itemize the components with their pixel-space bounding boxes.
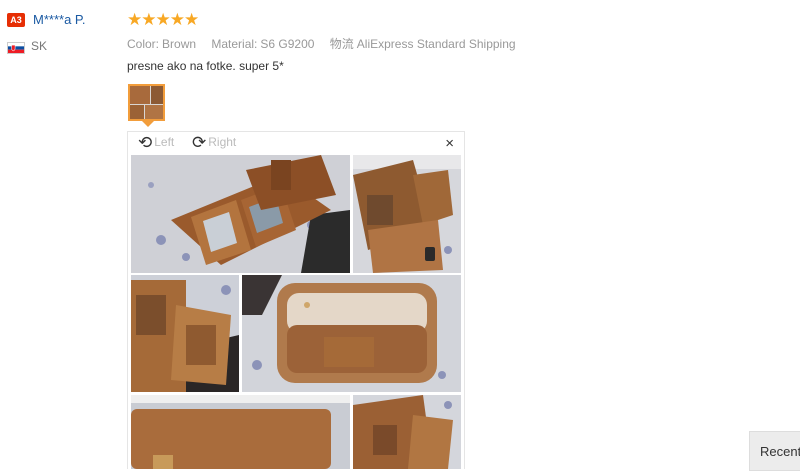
review-attributes: Color: Brown Material: S6 G9200 物流 AliExpre… bbox=[127, 35, 528, 52]
photo-1-image bbox=[131, 155, 350, 273]
close-icon[interactable]: × bbox=[445, 135, 454, 152]
review-photo-6[interactable] bbox=[353, 395, 461, 469]
thumbnail-image bbox=[130, 86, 163, 119]
photo-4-image bbox=[242, 275, 461, 392]
reviewer-level-badge: A3 bbox=[7, 13, 25, 27]
review-photo-4[interactable] bbox=[242, 275, 461, 392]
rotate-right-icon: ⟳ bbox=[192, 133, 207, 152]
thumbnail-pointer bbox=[142, 121, 154, 127]
rotate-left-icon: ⟲ bbox=[138, 133, 153, 152]
photo-3-image bbox=[131, 275, 239, 392]
attr-value-color: Brown bbox=[162, 37, 197, 51]
photo-6-image bbox=[353, 395, 461, 469]
rotate-right-label: Right bbox=[208, 135, 237, 149]
review-photo-5[interactable] bbox=[131, 395, 350, 469]
attr-value-shipping: AliExpress Standard Shipping bbox=[356, 37, 516, 51]
review-photo-thumbnail[interactable] bbox=[128, 84, 165, 121]
review-text: presne ako na fotke. super 5* bbox=[127, 59, 284, 73]
reviewer-country: SK bbox=[31, 39, 48, 53]
rating-stars: ★★★★★ bbox=[127, 10, 199, 29]
review-photo-1[interactable] bbox=[131, 155, 350, 273]
reviewer-name[interactable]: M****a P. bbox=[33, 12, 86, 27]
rotate-left-label: Left bbox=[154, 135, 175, 149]
photo-viewer: ⟲ Left ⟳ Right × bbox=[127, 131, 465, 469]
attr-value-material: S6 G9200 bbox=[260, 37, 315, 51]
attr-label-material: Material: bbox=[211, 37, 258, 51]
rotate-right-button[interactable]: ⟳ Right bbox=[192, 133, 236, 153]
attr-label-shipping: 物流 bbox=[329, 37, 354, 51]
photo-2-image bbox=[353, 155, 461, 273]
slovakia-flag-icon bbox=[7, 42, 25, 54]
photo-5-image bbox=[131, 395, 350, 469]
review-photo-3[interactable] bbox=[131, 275, 239, 392]
review-photo-2[interactable] bbox=[353, 155, 461, 273]
attr-label-color: Color: bbox=[127, 37, 160, 51]
rotate-left-button[interactable]: ⟲ Left bbox=[138, 133, 174, 153]
recent-tab[interactable]: Recent bbox=[749, 431, 800, 471]
